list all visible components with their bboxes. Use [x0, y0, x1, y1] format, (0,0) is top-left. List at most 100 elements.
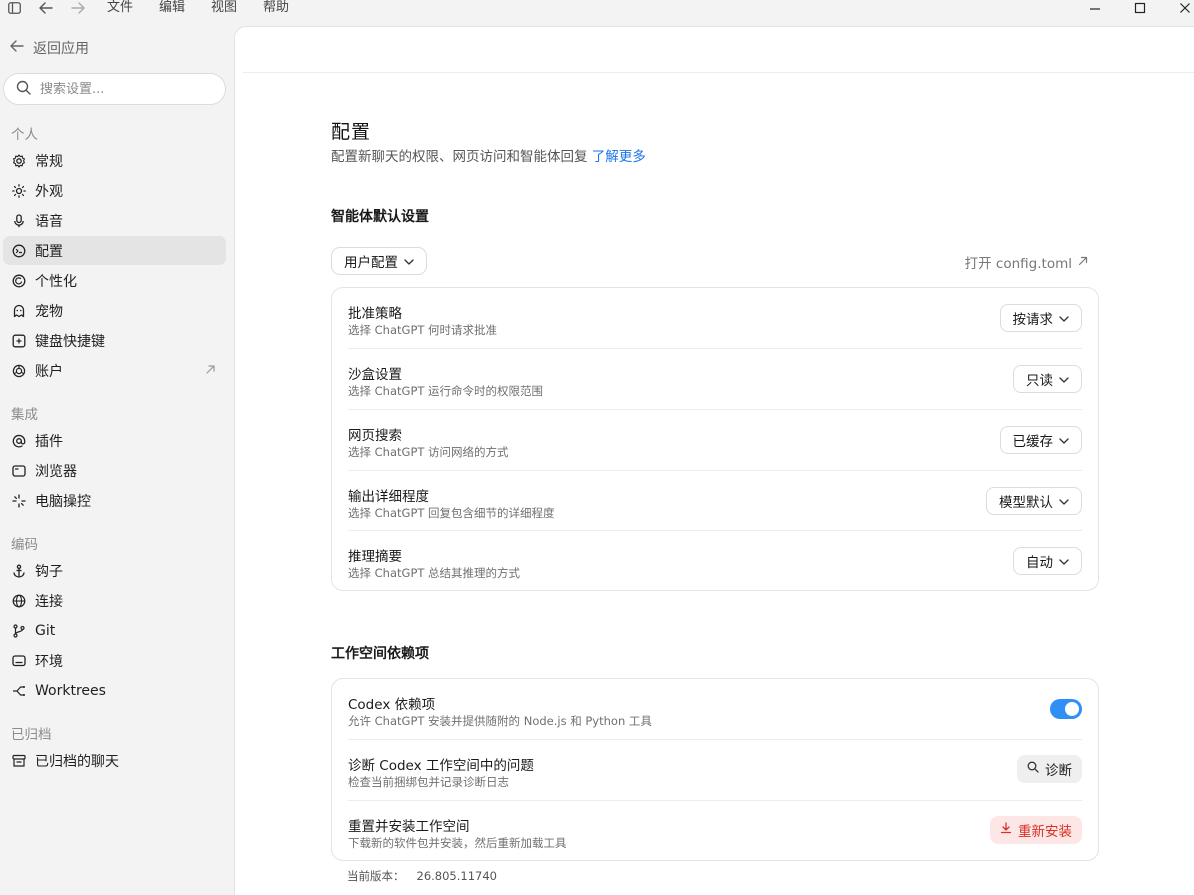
workspace-deps-title: 工作空间依赖项	[331, 646, 429, 662]
external-link-icon	[1078, 254, 1088, 270]
web-search-select[interactable]: 已缓存	[999, 426, 1082, 454]
maximize-icon[interactable]	[1131, 0, 1149, 16]
sidebar-item-connections[interactable]: 连接	[3, 586, 226, 615]
agent-defaults-title: 智能体默认设置	[331, 209, 429, 225]
select-value: 只读	[1026, 373, 1053, 389]
diagnose-button[interactable]: 诊断	[1017, 755, 1082, 783]
sidebar-item-label: Worktrees	[35, 682, 106, 699]
setting-title: 诊断 Codex 工作空间中的问题	[348, 758, 534, 774]
sidebar-item-plugins[interactable]: 插件	[3, 426, 226, 455]
sidebar-item-label: 插件	[35, 433, 63, 450]
sidebar-item-general[interactable]: 常规	[3, 146, 226, 175]
setting-title: 网页搜索	[348, 428, 402, 444]
sidebar-item-label: 钩子	[35, 563, 63, 580]
anchor-icon	[11, 563, 26, 578]
page-description-text: 配置新聊天的权限、网页访问和智能体回复	[331, 149, 588, 165]
select-value: 自动	[1026, 555, 1053, 571]
sidebar-item-label: 语音	[35, 213, 63, 230]
settings-search[interactable]	[3, 73, 226, 105]
gear-icon	[11, 153, 26, 168]
setting-row-sandbox: 沙盒设置 选择 ChatGPT 运行命令时的权限范围 只读	[348, 348, 1082, 409]
globe-icon	[11, 593, 26, 608]
profile-dropdown[interactable]: 用户配置	[331, 247, 427, 275]
setting-description: 选择 ChatGPT 总结其推理的方式	[348, 566, 521, 580]
learn-more-link[interactable]: 了解更多	[592, 149, 646, 165]
back-to-app-label: 返回应用	[33, 41, 89, 57]
back-to-app-link[interactable]: 返回应用	[10, 38, 89, 58]
sun-icon	[11, 183, 26, 198]
select-value: 模型默认	[999, 495, 1053, 511]
setting-description: 选择 ChatGPT 何时请求批准	[348, 323, 498, 337]
sidebar-item-worktrees[interactable]: Worktrees	[3, 676, 226, 705]
workspace-deps-card: Codex 依赖项 允许 ChatGPT 安装并提供随附的 Node.js 和 …	[331, 678, 1099, 861]
sidebar-item-git[interactable]: Git	[3, 616, 226, 645]
reinstall-button-label: 重新安装	[1018, 824, 1072, 840]
setting-title: Codex 依赖项	[348, 697, 436, 713]
menu-help[interactable]: 帮助	[263, 0, 289, 16]
sidebar-item-appearance[interactable]: 外观	[3, 176, 226, 205]
menu-edit[interactable]: 编辑	[159, 0, 185, 16]
sidebar-item-keyboard-shortcuts[interactable]: 键盘快捷键	[3, 326, 226, 355]
sandbox-select[interactable]: 只读	[1013, 365, 1082, 393]
title-bar: 文件 编辑 视图 帮助	[0, 0, 1194, 18]
sidebar-item-browser[interactable]: 浏览器	[3, 456, 226, 485]
select-value: 已缓存	[1012, 434, 1054, 450]
sidebar-item-voice[interactable]: 语音	[3, 206, 226, 235]
pet-icon	[11, 303, 26, 318]
version-value: 26.805.11740	[416, 869, 497, 883]
setting-description: 选择 ChatGPT 回复包含细节的详细程度	[348, 506, 555, 520]
minimize-icon[interactable]	[1086, 0, 1104, 16]
terminal-icon	[11, 653, 26, 668]
setting-row-diagnose: 诊断 Codex 工作空间中的问题 检查当前捆绑包并记录诊断日志 诊断	[348, 739, 1082, 800]
sidebar-item-personalization[interactable]: 个性化	[3, 266, 226, 295]
settings-main-panel: 配置 配置新聊天的权限、网页访问和智能体回复 了解更多 智能体默认设置 用户配置…	[234, 26, 1194, 895]
setting-description: 选择 ChatGPT 运行命令时的权限范围	[348, 384, 544, 398]
chevron-down-icon	[1059, 310, 1069, 326]
search-icon	[1027, 761, 1039, 777]
sidebar-toggle-icon[interactable]	[6, 0, 22, 16]
openai-icon	[11, 363, 26, 378]
close-icon[interactable]	[1176, 0, 1194, 16]
setting-row-web-search: 网页搜索 选择 ChatGPT 访问网络的方式 已缓存	[348, 409, 1082, 470]
sidebar-item-environment[interactable]: 环境	[3, 646, 226, 675]
setting-row-codex-deps: Codex 依赖项 允许 ChatGPT 安装并提供随附的 Node.js 和 …	[348, 679, 1082, 740]
header-divider	[243, 72, 1194, 73]
sidebar-item-hooks[interactable]: 钩子	[3, 556, 226, 585]
version-label: 当前版本：	[347, 869, 405, 883]
chevron-down-icon	[1059, 432, 1069, 448]
reasoning-summary-select[interactable]: 自动	[1013, 547, 1082, 575]
reinstall-button[interactable]: 重新安装	[990, 816, 1082, 844]
sidebar-item-archived-chats[interactable]: 已归档的聊天	[3, 746, 226, 775]
back-arrow-icon[interactable]	[38, 0, 54, 16]
forward-arrow-icon[interactable]	[70, 0, 86, 16]
search-input[interactable]	[40, 81, 210, 97]
setting-description: 选择 ChatGPT 访问网络的方式	[348, 445, 509, 459]
sidebar-item-label: 常规	[35, 153, 63, 170]
sidebar-item-config[interactable]: 配置	[3, 236, 226, 265]
section-title-archived: 已归档	[11, 727, 52, 743]
sidebar-item-computer-control[interactable]: 电脑操控	[3, 486, 226, 515]
sidebar-item-pet[interactable]: 宠物	[3, 296, 226, 325]
sidebar-item-label: 电脑操控	[35, 493, 91, 510]
current-version: 当前版本： 26.805.11740	[347, 868, 497, 884]
setting-row-reasoning-summary: 推理摘要 选择 ChatGPT 总结其推理的方式 自动	[348, 530, 1082, 591]
menu-file[interactable]: 文件	[107, 0, 133, 16]
section-title-integrations: 集成	[11, 407, 38, 423]
open-config-link[interactable]: 打开 config.toml	[965, 252, 1088, 272]
verbosity-select[interactable]: 模型默认	[986, 487, 1082, 515]
codex-deps-toggle[interactable]	[1050, 699, 1082, 719]
sidebar-item-label: 连接	[35, 593, 63, 610]
page-title: 配置	[331, 121, 372, 143]
sidebar-item-label: 账户	[35, 363, 63, 380]
download-icon	[1000, 822, 1012, 838]
chevron-down-icon	[404, 253, 414, 269]
menu-view[interactable]: 视图	[211, 0, 237, 16]
chevron-down-icon	[1059, 493, 1069, 509]
setting-description: 允许 ChatGPT 安装并提供随附的 Node.js 和 Python 工具	[348, 714, 652, 728]
setting-row-approval-policy: 批准策略 选择 ChatGPT 何时请求批准 按请求	[348, 288, 1082, 349]
approval-policy-select[interactable]: 按请求	[999, 304, 1082, 332]
setting-title: 沙盒设置	[348, 367, 402, 383]
select-value: 按请求	[1012, 312, 1054, 328]
sidebar-item-label: 键盘快捷键	[35, 333, 105, 350]
sidebar-item-account[interactable]: 账户	[3, 356, 226, 385]
